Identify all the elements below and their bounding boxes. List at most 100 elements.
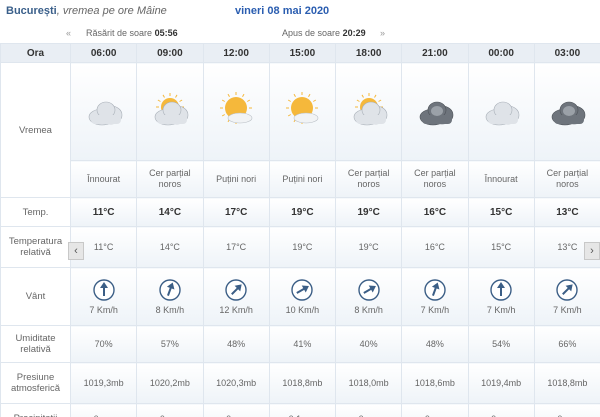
hour-header: 03:00 <box>533 43 600 63</box>
few-clouds-icon <box>210 91 262 131</box>
weather-icon-cell <box>467 62 535 161</box>
relative-temp-cell: 16°C <box>401 226 469 268</box>
row-label-pressure: Presiune atmosferică <box>0 362 71 404</box>
temperature-cell: 17°C <box>202 197 270 227</box>
relative-temp-cell: 19°C <box>268 226 337 268</box>
pressure-cell: 1020,3mb <box>202 362 270 404</box>
precipitation-cell: 0,1mm <box>268 403 337 417</box>
hour-header: 15:00 <box>268 43 337 63</box>
wind-speed: 7 Km/h <box>89 304 118 315</box>
wind-cell: 8 Km/h <box>334 267 403 326</box>
forecast-date: vineri 08 mai 2020 <box>235 5 330 17</box>
sun-times-bar: « Răsărit de soare 05:56 Apus de soare 2… <box>0 24 600 42</box>
dark-clouds-icon <box>409 91 461 131</box>
pressure-cell: 1020,2mb <box>136 362 204 404</box>
wind-direction-icon <box>490 278 512 301</box>
wind-direction-icon <box>556 278 579 301</box>
wind-cell: 7 Km/h <box>401 267 469 326</box>
precipitation-cell: 0mm <box>202 403 270 417</box>
pressure-cell: 1018,8mb <box>533 362 600 404</box>
wind-cell: 7 Km/h <box>69 267 138 326</box>
condition-cell: Puțini nori <box>268 160 337 198</box>
wind-direction-icon <box>357 278 380 301</box>
forecast-header: București, vremea pe ore Mâine vineri 08… <box>0 0 600 24</box>
weather-icon-cell <box>533 62 600 161</box>
pressure-cell: 1018,0mb <box>334 362 403 404</box>
sunrise-time: 05:56 <box>154 28 178 38</box>
row-label-humidity: Umiditate relativă <box>0 325 71 363</box>
row-label-relative-temp: Temperatura relativă <box>0 226 71 268</box>
humidity-cell: 70% <box>69 325 138 363</box>
wind-cell: 7 Km/h <box>533 267 600 326</box>
relative-temp-cell: 19°C <box>334 226 403 268</box>
wind-direction-icon <box>225 278 247 301</box>
partly-cloudy-icon <box>144 91 196 131</box>
humidity-cell: 54% <box>467 325 535 363</box>
row-label-line2: relativă <box>20 344 51 355</box>
partly-cloudy-icon <box>343 91 395 131</box>
scroll-left-arrow-icon[interactable]: « <box>66 28 71 38</box>
weather-icon-row: Vremea <box>0 62 600 198</box>
weather-icon-cell <box>136 62 204 161</box>
condition-text-line2: noros <box>158 179 182 189</box>
wind-speed: 8 Km/h <box>155 304 185 315</box>
relative-temp-cell: 17°C <box>202 226 270 268</box>
hour-header: 18:00 <box>334 43 403 63</box>
row-label-temp: Temp. <box>0 197 71 227</box>
scroll-right-arrow-icon[interactable]: » <box>380 28 385 38</box>
humidity-cell: 48% <box>202 325 270 363</box>
sunset-time: 20:29 <box>342 28 366 38</box>
temperature-cell: 15°C <box>467 197 535 227</box>
wind-direction-icon <box>424 278 446 301</box>
wind-cell: 8 Km/h <box>136 267 204 326</box>
pressure-cell: 1019,4mb <box>467 362 535 404</box>
row-label-line1: Umiditate <box>15 333 56 344</box>
next-hours-button[interactable]: › <box>584 242 600 260</box>
condition-text: Cer parțial <box>149 168 191 178</box>
pressure-row: Presiune atmosferică 1019,3mb 1020,2mb 10… <box>0 362 600 404</box>
wind-direction-icon <box>291 278 314 301</box>
wind-speed: 7 Km/h <box>553 304 582 315</box>
condition-cell: Cer parțial noros <box>334 160 403 198</box>
row-label-line1: Presiune <box>16 372 55 383</box>
hour-header: 12:00 <box>202 43 270 63</box>
temperature-cell: 19°C <box>334 197 403 227</box>
temperature-row: Temp. 11°C 14°C 17°C 19°C 19°C 16°C 15°C… <box>0 197 600 227</box>
wind-cell: 12 Km/h <box>202 267 270 326</box>
hour-header: 00:00 <box>467 43 535 63</box>
row-label-precipitation: Precipitații <box>0 403 71 417</box>
wind-cell: 7 Km/h <box>467 267 535 326</box>
pressure-cell: 1018,8mb <box>268 362 337 404</box>
precipitation-cell: 0mm <box>533 403 600 417</box>
wind-cell: 10 Km/h <box>268 267 337 326</box>
weather-icon-cell <box>69 62 138 161</box>
pressure-cell: 1019,3mb <box>69 362 138 404</box>
condition-cell: Cer parțial noros <box>533 160 600 198</box>
precipitation-cell: 0mm <box>334 403 403 417</box>
weather-icon-cell <box>202 62 270 161</box>
wind-row: Vânt 7 Km/h 8 Km/h 12 Km/h 10 Km/h 8 Km/… <box>0 267 600 326</box>
temperature-cell: 16°C <box>401 197 469 227</box>
relative-temp-cell: 15°C <box>467 226 535 268</box>
row-label-line2: relativă <box>20 247 51 258</box>
prev-hours-button[interactable]: ‹ <box>68 242 84 260</box>
condition-cell: Puțini nori <box>202 160 270 198</box>
condition-text: Puțini nori <box>282 173 323 184</box>
temperature-cell: 13°C <box>533 197 600 227</box>
sunrise-label: Răsărit de soare <box>86 28 153 38</box>
temperature-cell: 19°C <box>268 197 337 227</box>
hour-header: 21:00 <box>401 43 469 63</box>
condition-text: Cer parțial <box>347 168 390 178</box>
precipitation-cell: 0mm <box>69 403 138 417</box>
cloudy-icon <box>78 91 130 131</box>
city-name: București <box>6 5 57 17</box>
humidity-cell: 40% <box>334 325 403 363</box>
weather-icon-cell <box>401 62 469 161</box>
location-title: București, vremea pe ore Mâine <box>6 5 167 17</box>
humidity-cell: 57% <box>136 325 204 363</box>
precipitation-row: Precipitații 0mm 0mm 0mm 0,1mm 0mm 0mm 0… <box>0 403 600 417</box>
wind-direction-icon <box>159 278 181 301</box>
sunrise-info: Răsărit de soare 05:56 <box>86 28 178 38</box>
wind-direction-icon <box>92 278 115 301</box>
condition-cell: Cer parțial noros <box>401 160 469 198</box>
